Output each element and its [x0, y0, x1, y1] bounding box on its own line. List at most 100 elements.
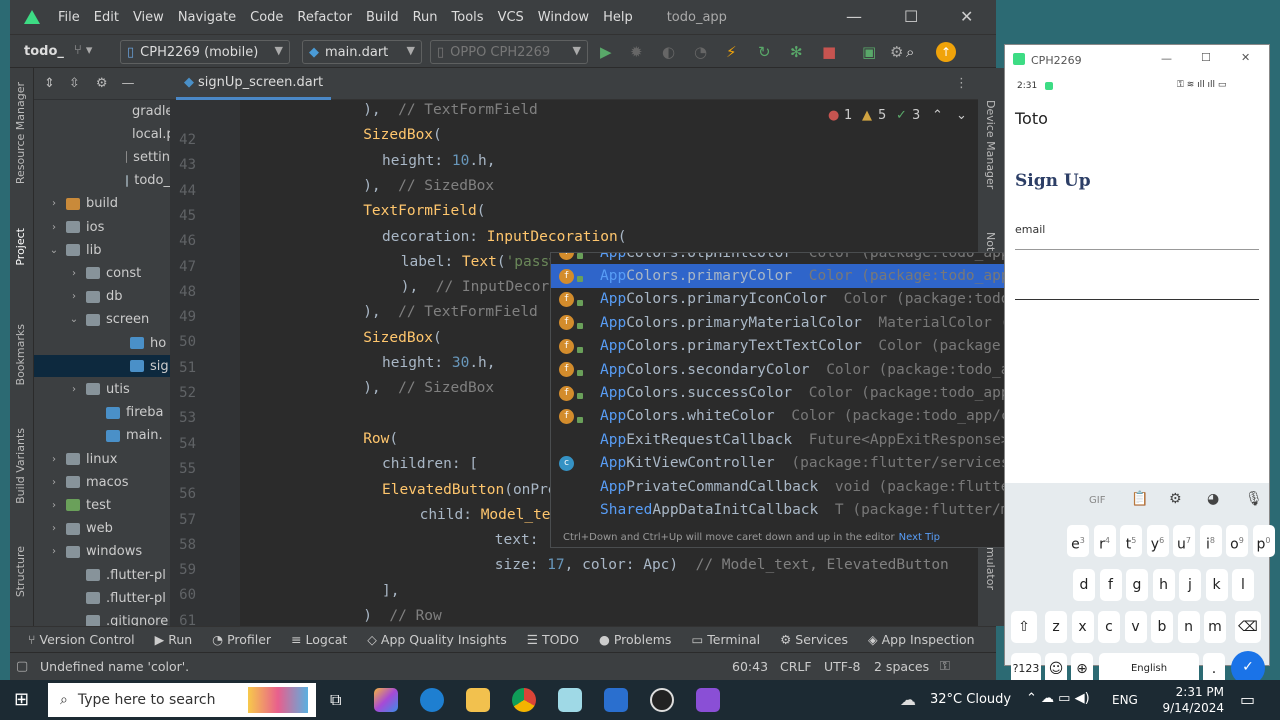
menu-edit[interactable]: Edit — [94, 10, 119, 25]
menu-view[interactable]: View — [133, 10, 164, 25]
chevron-down-icon[interactable]: ⌄ — [68, 314, 80, 325]
phone-screen[interactable]: 2:31 ⚿ ≋ ıll ıll ▭ Toto Sign Up email GI… — [1005, 75, 1275, 685]
chevron-right-icon[interactable]: › — [48, 454, 60, 465]
warning-icon[interactable]: ▲ — [862, 108, 872, 123]
tab-problems[interactable]: ● Problems — [599, 632, 672, 647]
search-icon[interactable]: ⌕ — [906, 43, 914, 61]
vcs-icon[interactable]: ⑂ ▾ — [74, 43, 92, 58]
key-k[interactable]: k — [1205, 569, 1228, 601]
menu-code[interactable]: Code — [250, 10, 283, 25]
gif-button[interactable]: GIF — [1089, 495, 1105, 506]
menu-vcs[interactable]: VCS — [498, 10, 524, 25]
email-field[interactable] — [1015, 249, 1259, 250]
chevron-right-icon[interactable]: › — [68, 268, 80, 279]
tab-app-quality-insights[interactable]: ◇ App Quality Insights — [367, 632, 507, 647]
tree-item[interactable]: settin — [34, 146, 170, 168]
tree-item[interactable]: › build — [34, 193, 170, 215]
update-icon[interactable]: ↑ — [936, 42, 956, 62]
tab-project[interactable]: Project — [14, 228, 27, 266]
chevron-right-icon[interactable]: › — [68, 384, 80, 395]
tab-app-inspection[interactable]: ◈ App Inspection — [868, 632, 975, 647]
key-b[interactable]: b — [1151, 611, 1173, 643]
tree-item[interactable]: local.p — [34, 123, 170, 145]
key-r[interactable]: r4 — [1093, 525, 1116, 557]
code-completion-popup[interactable]: f AppColors.otpHintColor Color (package:to… — [550, 252, 1068, 548]
run-config-combo[interactable]: ◆ main.dart ▼ — [302, 40, 422, 64]
hot-restart-icon[interactable]: ↻ — [758, 43, 771, 61]
tab-todo[interactable]: ☰ TODO — [527, 632, 579, 647]
chevron-right-icon[interactable]: › — [48, 523, 60, 534]
layout-icon[interactable]: ▢ — [16, 659, 28, 674]
close-icon[interactable]: ✕ — [1241, 51, 1250, 64]
minimize-icon[interactable]: — — [846, 7, 862, 26]
palette-icon[interactable]: ◕ — [1207, 491, 1219, 507]
completion-item[interactable]: f AppColors.otpHintColor Color (package:to… — [551, 253, 1067, 264]
chevron-up-icon[interactable]: ⌃ — [932, 108, 943, 123]
tree-item[interactable]: ho — [34, 332, 170, 354]
tab-profiler[interactable]: ◔ Profiler — [212, 632, 271, 647]
tree-item[interactable]: › ios — [34, 216, 170, 238]
key-g[interactable]: g — [1126, 569, 1148, 601]
debug-icon[interactable]: ✹ — [630, 43, 643, 61]
settings-icon[interactable]: ⚙ — [890, 43, 903, 61]
android-studio-icon[interactable] — [604, 688, 628, 712]
tree-item[interactable]: main. — [34, 425, 170, 447]
obs-icon[interactable] — [650, 688, 674, 712]
chrome-icon[interactable] — [512, 688, 536, 712]
tab-bookmarks[interactable]: Bookmarks — [14, 324, 27, 385]
profile-icon[interactable]: ◐ — [662, 43, 675, 61]
tree-item[interactable]: fireba — [34, 402, 170, 424]
key-p[interactable]: p0 — [1252, 525, 1275, 557]
key-l[interactable]: l — [1232, 569, 1254, 601]
menu-tools[interactable]: Tools — [452, 10, 484, 25]
indent-setting[interactable]: 2 spaces — [874, 659, 929, 674]
mic-icon[interactable]: 🎙 — [1245, 491, 1263, 507]
hide-icon[interactable]: — — [121, 76, 134, 91]
key-u[interactable]: u7 — [1173, 525, 1195, 557]
completion-item[interactable]: f AppColors.primaryColor Color (package:to… — [551, 264, 1067, 288]
key-y[interactable]: y6 — [1146, 525, 1169, 557]
clipboard-icon[interactable]: 📋 — [1131, 491, 1148, 507]
key-t[interactable]: t5 — [1120, 525, 1142, 557]
device-select-combo[interactable]: ▯ OPPO CPH2269 ▼ — [430, 40, 588, 64]
clock-date[interactable]: 9/14/2024 — [1160, 701, 1224, 715]
project-name[interactable]: todo_ — [24, 44, 64, 59]
completion-item[interactable]: f AppColors.primaryIconColor Color (packag… — [551, 288, 1067, 311]
key-d[interactable]: d — [1073, 569, 1095, 601]
backspace-key[interactable]: ⌫ — [1235, 611, 1261, 643]
chevron-down-icon[interactable]: ⌄ — [956, 108, 967, 123]
key-m[interactable]: m — [1204, 611, 1226, 643]
hot-reload-icon[interactable]: ⚡ — [726, 43, 737, 61]
gear-icon[interactable]: ⚙ — [96, 76, 108, 91]
edge-icon[interactable] — [420, 688, 444, 712]
key-i[interactable]: i8 — [1199, 525, 1222, 557]
gear-icon[interactable]: ⚙ — [1169, 491, 1182, 507]
shift-key[interactable]: ⇧ — [1011, 611, 1037, 643]
notes-icon[interactable] — [558, 688, 582, 712]
key-o[interactable]: o9 — [1226, 525, 1248, 557]
menu-build[interactable]: Build — [366, 10, 399, 25]
language-indicator[interactable]: ENG — [1112, 693, 1138, 707]
run-icon[interactable]: ▶ — [600, 43, 612, 61]
taskbar-search[interactable]: ⌕ Type here to search — [48, 683, 316, 717]
key-j[interactable]: j — [1179, 569, 1201, 601]
tab-run[interactable]: ▶ Run — [155, 632, 193, 647]
close-icon[interactable]: ✕ — [960, 7, 973, 26]
collapse-icon[interactable]: ⇳ — [69, 76, 80, 91]
recorder-icon[interactable] — [696, 688, 720, 712]
file-explorer-icon[interactable] — [466, 688, 490, 712]
tree-item[interactable]: todo_ — [34, 170, 170, 192]
error-icon[interactable]: ● — [828, 108, 839, 123]
tab-build-variants[interactable]: Build Variants — [14, 428, 27, 504]
key-c[interactable]: c — [1098, 611, 1120, 643]
tree-item[interactable]: › windows — [34, 541, 170, 563]
completion-item[interactable]: AppExitRequestCallback Future<AppExitResp… — [551, 428, 1067, 451]
tab-logcat[interactable]: ≡ Logcat — [291, 632, 347, 647]
completion-item[interactable]: AppPrivateCommandCallback void (package:f… — [551, 475, 1067, 498]
tree-item[interactable]: .flutter-pl — [34, 564, 170, 586]
menu-run[interactable]: Run — [413, 10, 438, 25]
copilot-icon[interactable] — [374, 688, 398, 712]
chevron-right-icon[interactable]: › — [68, 291, 80, 302]
maximize-icon[interactable]: ☐ — [1201, 51, 1211, 64]
tab-services[interactable]: ⚙ Services — [780, 632, 848, 647]
